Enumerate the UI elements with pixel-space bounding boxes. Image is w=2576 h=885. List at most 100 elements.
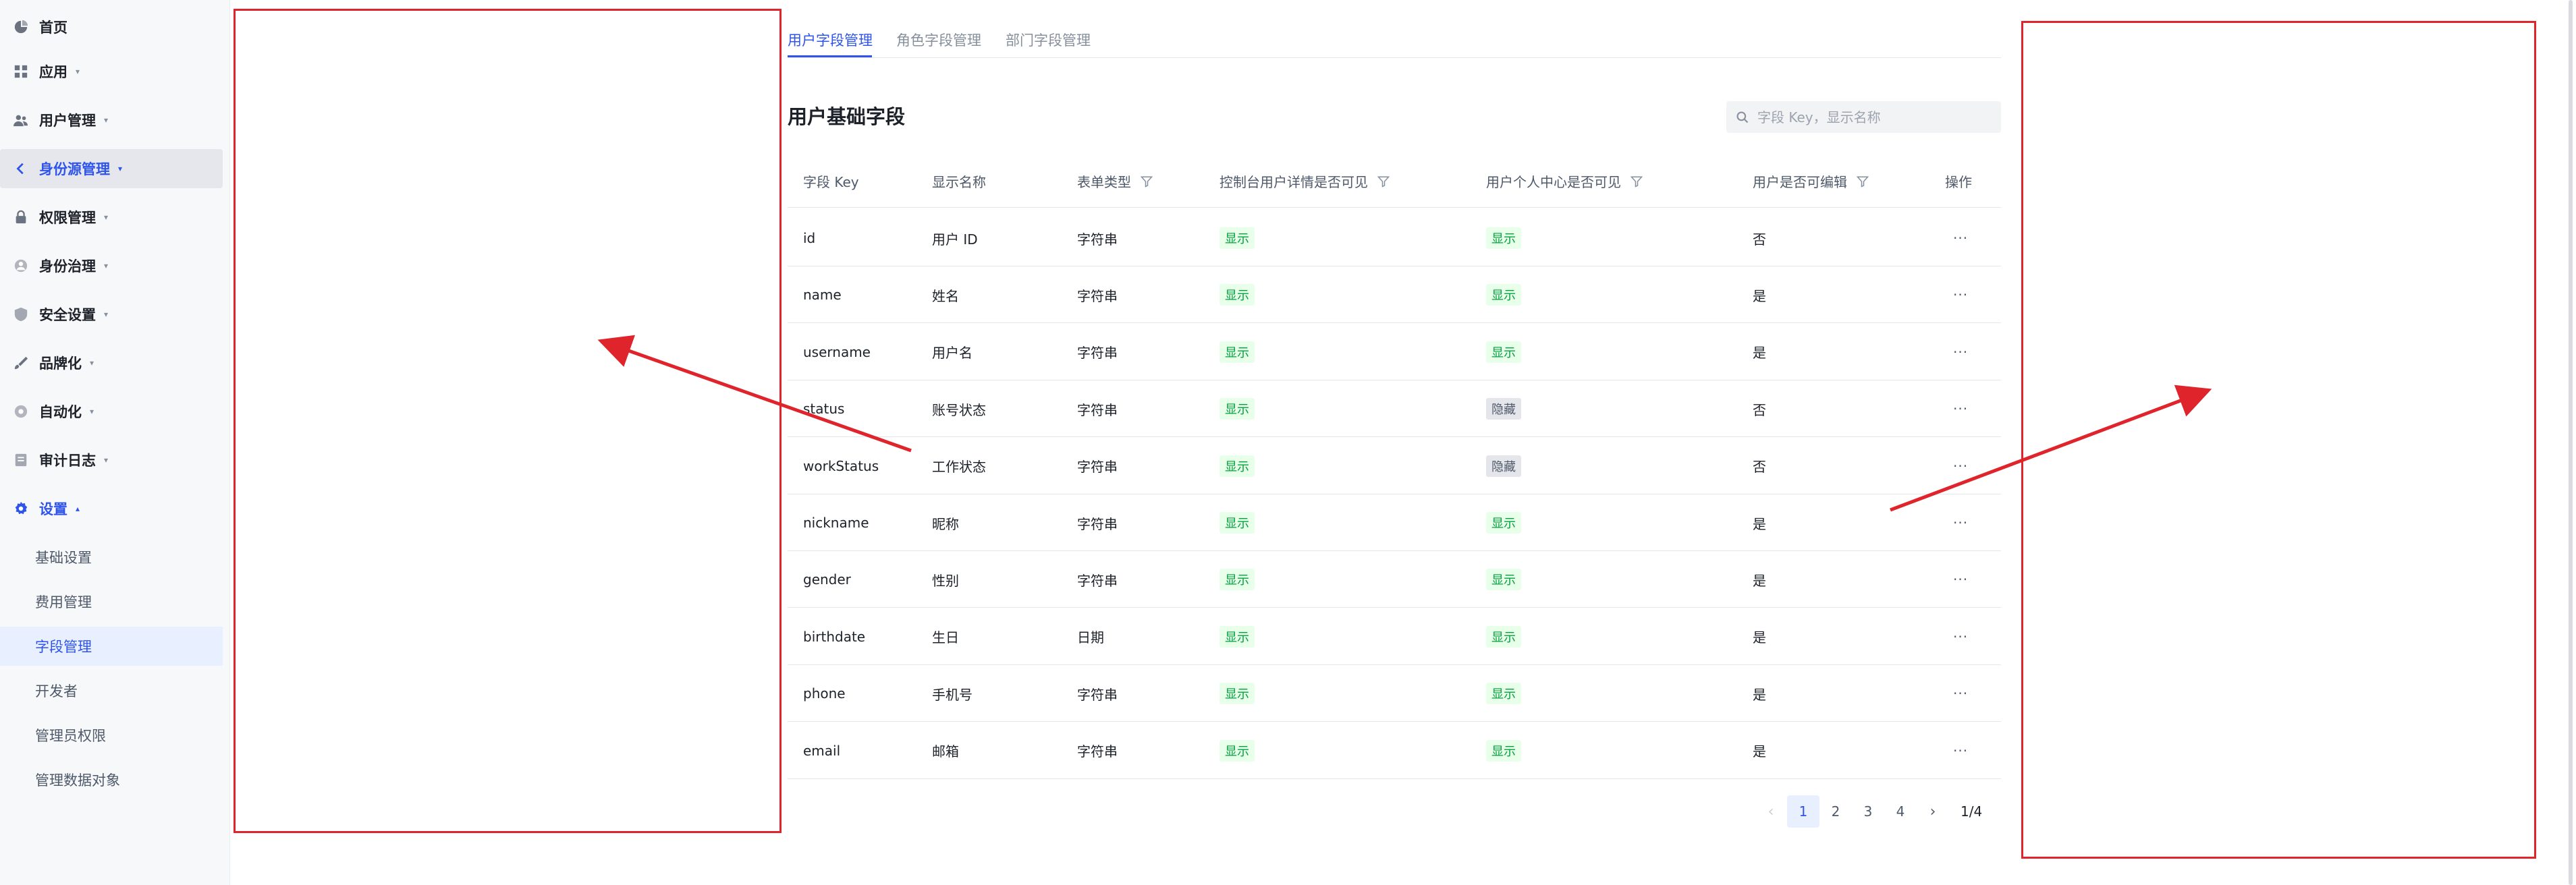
sub-item-developer[interactable]: 开发者 — [0, 671, 223, 710]
status-tag: 显示 — [1486, 625, 1521, 648]
page-button[interactable]: 1 — [1787, 795, 1819, 828]
cell-field-key: workStatus — [803, 438, 879, 494]
nav-item-governance[interactable]: 身份治理 ▾ — [0, 246, 223, 285]
scrollbar-thumb[interactable] — [2569, 0, 2573, 885]
cell-field-key: id — [803, 210, 815, 266]
sub-item-billing[interactable]: 费用管理 — [0, 582, 223, 621]
more-icon[interactable]: ··· — [1953, 344, 1968, 360]
sub-item-data-objects[interactable]: 管理数据对象 — [0, 760, 223, 799]
status-tag: 显示 — [1220, 569, 1255, 591]
filter-icon[interactable] — [1377, 175, 1390, 188]
cell-text: 字符串 — [1077, 231, 1118, 248]
tab-role-fields[interactable]: 角色字段管理 — [896, 30, 981, 57]
cell-display-name: 生日 — [932, 608, 959, 665]
more-icon[interactable]: ··· — [1953, 629, 1968, 645]
cell-console-visible: 显示 — [1220, 551, 1255, 608]
status-tag: 显示 — [1486, 739, 1521, 762]
nav-item-identity-source[interactable]: 身份源管理 ▾ — [0, 149, 223, 188]
cell-field-key: phone — [803, 665, 846, 722]
nav-item-automation[interactable]: 自动化 ▾ — [0, 392, 223, 431]
cell-text: birthdate — [803, 628, 866, 645]
cell-console-visible: 显示 — [1220, 266, 1255, 323]
cell-text: gender — [803, 571, 851, 588]
more-actions-button[interactable]: ··· — [1953, 551, 1968, 608]
more-actions-button[interactable]: ··· — [1953, 438, 1968, 494]
nav-item-permissions[interactable]: 权限管理 ▾ — [0, 198, 223, 237]
table-row: gender 性别 字符串 显示 显示 是 ··· — [788, 551, 2001, 608]
chevron-down-icon: ▾ — [104, 212, 109, 222]
nav-item-security[interactable]: 安全设置 ▾ — [0, 295, 223, 334]
filter-icon[interactable] — [1141, 175, 1153, 188]
column-header-display-name: 显示名称 — [932, 171, 986, 191]
cell-console-visible: 显示 — [1220, 380, 1255, 437]
cell-form-type: 字符串 — [1077, 210, 1118, 266]
cell-text: email — [803, 742, 841, 759]
page-button[interactable]: 2 — [1819, 795, 1852, 828]
search-box[interactable] — [1726, 101, 2001, 133]
cell-console-visible: 显示 — [1220, 494, 1255, 551]
more-actions-button[interactable]: ··· — [1953, 608, 1968, 665]
nav-item-apps[interactable]: 应用 ▾ — [0, 52, 223, 91]
chevron-down-icon: ▾ — [118, 164, 123, 173]
cell-personal-visible: 显示 — [1486, 210, 1521, 266]
more-icon[interactable]: ··· — [1953, 458, 1968, 474]
status-tag: 显示 — [1220, 341, 1255, 363]
sub-item-admin-permissions[interactable]: 管理员权限 — [0, 716, 223, 755]
nav-item-label: 身份源管理 — [39, 161, 110, 177]
scrollbar[interactable] — [2565, 0, 2576, 885]
more-icon[interactable]: ··· — [1953, 685, 1968, 702]
cell-editable: 否 — [1753, 380, 1766, 437]
filter-icon[interactable] — [1630, 175, 1643, 188]
more-icon[interactable]: ··· — [1953, 401, 1968, 417]
cell-text: 字符串 — [1077, 743, 1118, 760]
cell-form-type: 字符串 — [1077, 380, 1118, 437]
table-row: username 用户名 字符串 显示 显示 是 ··· — [788, 324, 2001, 380]
nav-item-home[interactable]: 首页 — [0, 7, 223, 47]
sub-item-basic-settings[interactable]: 基础设置 — [0, 538, 223, 577]
more-actions-button[interactable]: ··· — [1953, 380, 1968, 437]
more-icon[interactable]: ··· — [1953, 230, 1968, 246]
more-actions-button[interactable]: ··· — [1953, 494, 1968, 551]
cell-field-key: name — [803, 266, 842, 323]
nav-item-settings[interactable]: 设置 ▴ — [0, 489, 223, 528]
cell-display-name: 昵称 — [932, 494, 959, 551]
cell-console-visible: 显示 — [1220, 608, 1255, 665]
more-actions-button[interactable]: ··· — [1953, 266, 1968, 323]
tab-department-fields[interactable]: 部门字段管理 — [1006, 30, 1091, 57]
page-button[interactable]: 4 — [1884, 795, 1917, 828]
more-icon[interactable]: ··· — [1953, 743, 1968, 759]
lock-icon — [13, 210, 28, 225]
page-button[interactable]: 3 — [1852, 795, 1884, 828]
cell-display-name: 工作状态 — [932, 438, 986, 494]
nav-item-label: 身份治理 — [39, 258, 96, 275]
cell-text: 字符串 — [1077, 459, 1118, 476]
nav-item-branding[interactable]: 品牌化 ▾ — [0, 343, 223, 382]
nav-item-label: 品牌化 — [39, 355, 82, 372]
tab-user-fields[interactable]: 用户字段管理 — [788, 30, 873, 57]
more-icon[interactable]: ··· — [1953, 571, 1968, 588]
cell-text: 性别 — [932, 572, 959, 589]
more-actions-button[interactable]: ··· — [1953, 324, 1968, 380]
cell-console-visible: 显示 — [1220, 438, 1255, 494]
search-icon — [1736, 111, 1749, 124]
more-icon[interactable]: ··· — [1953, 287, 1968, 303]
prev-page-button[interactable]: ‹ — [1755, 795, 1787, 828]
next-page-button[interactable]: › — [1917, 795, 1949, 828]
cell-personal-visible: 显示 — [1486, 266, 1521, 323]
nav-item-audit-log[interactable]: 审计日志 ▾ — [0, 440, 223, 480]
table-row: status 账号状态 字符串 显示 隐藏 否 ··· — [788, 380, 2001, 438]
search-input[interactable] — [1756, 108, 1988, 126]
column-header-personal-visible: 用户个人中心是否可见 — [1486, 171, 1643, 191]
cell-form-type: 字符串 — [1077, 665, 1118, 722]
nav-item-users[interactable]: 用户管理 ▾ — [0, 101, 223, 140]
more-actions-button[interactable]: ··· — [1953, 210, 1968, 266]
filter-icon[interactable] — [1857, 175, 1869, 188]
more-icon[interactable]: ··· — [1953, 515, 1968, 531]
chevron-down-icon: ▾ — [90, 407, 94, 416]
sub-item-field-management[interactable]: 字段管理 — [0, 627, 223, 666]
cell-display-name: 用户名 — [932, 324, 972, 380]
more-actions-button[interactable]: ··· — [1953, 722, 1968, 779]
cell-text: 用户 ID — [932, 231, 978, 248]
cell-text: 是 — [1753, 572, 1766, 589]
more-actions-button[interactable]: ··· — [1953, 665, 1968, 722]
